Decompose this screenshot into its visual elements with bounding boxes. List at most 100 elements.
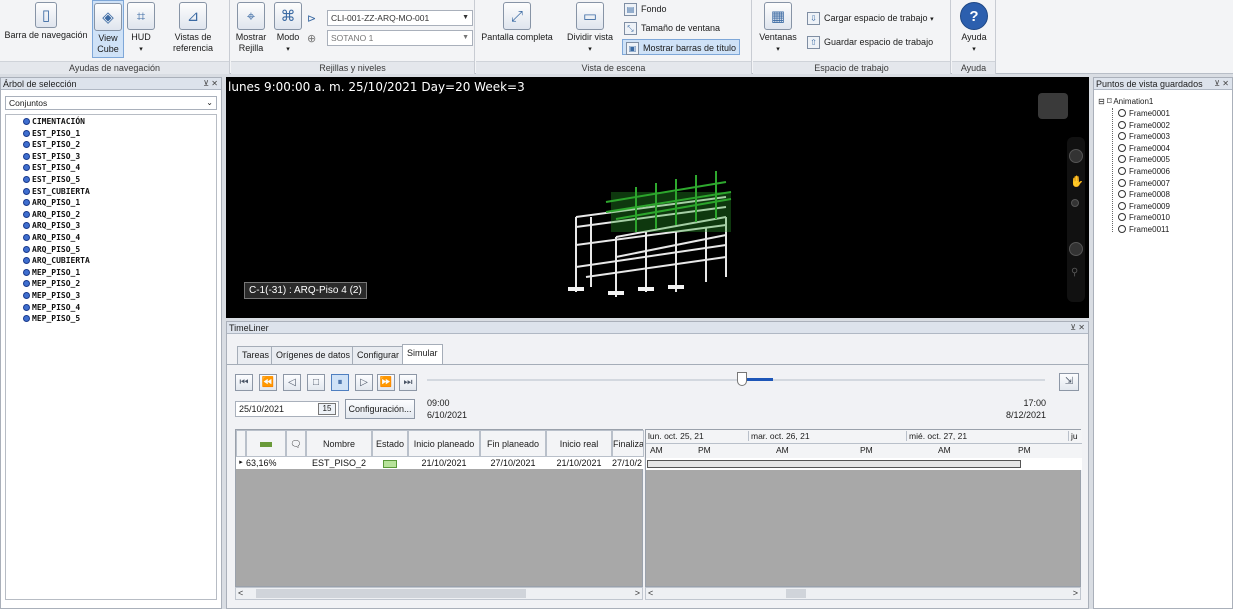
- configuration-button[interactable]: Configuración...: [345, 399, 415, 419]
- stop-button[interactable]: □: [307, 374, 325, 391]
- actual-start-column-header[interactable]: Inicio real: [546, 430, 612, 457]
- viewpoint-icon: [1118, 213, 1126, 222]
- panel-controls-icon[interactable]: ⊻ ✕: [1070, 322, 1085, 334]
- viewpoint-item[interactable]: Frame0004: [1118, 143, 1170, 154]
- selection-mode-select[interactable]: Conjuntos ⌄: [5, 96, 217, 110]
- gantt-scrollbar[interactable]: < >: [645, 587, 1081, 600]
- calendar-icon[interactable]: 15: [318, 403, 336, 415]
- viewpoint-item[interactable]: Frame0010: [1118, 212, 1170, 223]
- 3d-viewport[interactable]: lunes 9:00:00 a. m. 25/10/2021 Day=20 We…: [226, 77, 1089, 318]
- split-view-icon: ▭: [576, 2, 604, 30]
- viewpoint-item[interactable]: Frame0006: [1118, 166, 1170, 177]
- scroll-thumb[interactable]: [786, 589, 806, 598]
- play-reverse-button[interactable]: ◁: [283, 374, 301, 391]
- orbit-icon[interactable]: [1069, 242, 1083, 256]
- row-progress: 63,16%: [246, 458, 277, 468]
- scroll-thumb[interactable]: [256, 589, 526, 598]
- highlighted-floor: [611, 192, 731, 232]
- pause-button[interactable]: ⏸: [331, 374, 349, 391]
- scroll-left-icon[interactable]: <: [238, 588, 243, 599]
- step-back-button[interactable]: ⏪: [259, 374, 277, 391]
- building-model: [568, 171, 732, 297]
- task-grid-scrollbar[interactable]: < >: [235, 587, 643, 600]
- help-button[interactable]: ? Ayuda ▾: [956, 2, 992, 55]
- export-animation-button[interactable]: ⇲: [1059, 373, 1079, 391]
- timeline-overlay-text: lunes 9:00:00 a. m. 25/10/2021 Day=20 We…: [228, 80, 525, 94]
- viewpoint-label: Frame0011: [1129, 225, 1170, 234]
- title-bars-toggle[interactable]: ▣ Mostrar barras de título: [622, 39, 741, 56]
- selection-tree-panel: Árbol de selección ⊻ ✕ Conjuntos ⌄ CIMEN…: [0, 77, 222, 609]
- saved-viewpoints-header: Puntos de vista guardados ⊻ ✕: [1094, 78, 1232, 90]
- viewpoint-item[interactable]: Frame0003: [1118, 131, 1170, 142]
- help-group: ? Ayuda ▾ Ayuda: [952, 0, 996, 74]
- actual-end-column-header[interactable]: Finalizac: [612, 430, 644, 457]
- go-to-start-button[interactable]: ⏮: [235, 374, 253, 391]
- panel-controls-icon[interactable]: ⊻ ✕: [1214, 78, 1229, 90]
- simulation-slider-track[interactable]: [427, 372, 1045, 386]
- viewpoint-item[interactable]: Frame0007: [1118, 178, 1170, 189]
- planned-start-column-header[interactable]: Inicio planeado: [408, 430, 480, 457]
- gantt-task-bar[interactable]: [647, 460, 1021, 468]
- viewcube-icon[interactable]: [1038, 93, 1068, 119]
- load-workspace-button[interactable]: ⇩ Cargar espacio de trabajo ▾: [807, 10, 934, 26]
- windows-button[interactable]: ▦ Ventanas ▾: [757, 2, 799, 55]
- viewpoint-item[interactable]: Frame0001: [1118, 108, 1170, 119]
- status-column-header[interactable]: Estado: [372, 430, 408, 457]
- view-cube-button[interactable]: ◈ View Cube: [92, 0, 124, 58]
- saved-viewpoints-panel: Puntos de vista guardados ⊻ ✕ ⊟ ⌑ Animat…: [1093, 77, 1233, 609]
- window-size-button[interactable]: ⤡ Tamaño de ventana: [624, 20, 720, 36]
- walk-icon[interactable]: ⚲: [1071, 267, 1078, 278]
- tree-line: [1112, 108, 1113, 232]
- grid-level-select[interactable]: SOTANO 1 ▼: [327, 30, 473, 46]
- animation-node[interactable]: ⊟ ⌑ Animation1: [1098, 96, 1153, 107]
- hud-button[interactable]: ⌗ HUD ▾: [126, 2, 156, 55]
- grid-mode-button[interactable]: ⌘ Modo ▾: [273, 2, 303, 55]
- viewpoint-label: Frame0003: [1129, 132, 1170, 142]
- step-forward-button[interactable]: ⏩: [377, 374, 395, 391]
- grid-model-select[interactable]: CLI-001-ZZ-ARQ-MO-001 ▼: [327, 10, 473, 26]
- gantt-row[interactable]: [646, 458, 1082, 470]
- steering-wheel-icon[interactable]: [1069, 149, 1083, 163]
- fullscreen-button[interactable]: ⤢ Pantalla completa: [478, 2, 556, 43]
- viewpoint-item[interactable]: Frame0002: [1118, 120, 1170, 131]
- background-button[interactable]: ▤ Fondo: [624, 1, 667, 17]
- scroll-left-icon[interactable]: <: [648, 588, 653, 599]
- panel-controls-icon[interactable]: ⊻ ✕: [203, 78, 218, 90]
- name-column-header[interactable]: Nombre: [306, 430, 372, 457]
- progress-column-header[interactable]: [246, 430, 286, 457]
- planned-end-column-header[interactable]: Fin planeado: [480, 430, 546, 457]
- simulation-slider-thumb[interactable]: [737, 372, 748, 386]
- collapse-icon[interactable]: ⊟: [1098, 97, 1105, 106]
- go-to-end-button[interactable]: ⏭: [399, 374, 417, 391]
- comment-column-header[interactable]: 🗨: [286, 430, 306, 457]
- tab-tasks[interactable]: Tareas: [237, 346, 275, 364]
- viewpoint-item[interactable]: Frame0005: [1118, 154, 1170, 165]
- reference-views-button[interactable]: ⊿ Vistas de referencia: [160, 2, 226, 54]
- show-grid-button[interactable]: ⌖ Mostrar Rejilla: [233, 2, 269, 54]
- table-row[interactable]: ▸ 63,16% EST_PISO_2 21/10/2021 27/10/202…: [236, 457, 644, 469]
- viewpoint-item[interactable]: Frame0011: [1118, 224, 1169, 235]
- tab-data-sources[interactable]: Orígenes de datos: [271, 346, 356, 364]
- play-button[interactable]: ▷: [355, 374, 373, 391]
- start-date: 6/10/2021: [427, 410, 468, 420]
- nav-bar-button[interactable]: ▯ Barra de navegación: [2, 2, 90, 41]
- selection-list-frame: [5, 114, 217, 600]
- scene-view-group: ⤢ Pantalla completa ▭ Dividir vista ▾ ▤ Fo…: [476, 0, 752, 74]
- scroll-right-icon[interactable]: >: [1073, 588, 1078, 599]
- chevron-down-icon: ▼: [462, 34, 469, 41]
- level-icon: ⊕: [307, 33, 317, 45]
- tab-configure[interactable]: Configurar: [352, 346, 405, 364]
- tab-simulate[interactable]: Simular: [402, 344, 443, 364]
- zoom-icon[interactable]: [1071, 199, 1079, 207]
- current-date-field[interactable]: 25/10/2021 15: [235, 401, 339, 417]
- scroll-right-icon[interactable]: >: [635, 588, 640, 599]
- gantt-half: AM: [776, 445, 789, 455]
- viewpoint-item[interactable]: Frame0008: [1118, 189, 1170, 200]
- pan-icon[interactable]: ✋: [1070, 175, 1084, 188]
- selection-tree-header: Árbol de selección ⊻ ✕: [1, 78, 221, 90]
- windows-icon: ▦: [764, 2, 792, 30]
- split-view-button[interactable]: ▭ Dividir vista ▾: [562, 2, 618, 55]
- viewpoint-item[interactable]: Frame0009: [1118, 201, 1170, 212]
- row-selected-icon: ▸: [239, 459, 243, 466]
- save-workspace-button[interactable]: ⇧ Guardar espacio de trabajo: [807, 34, 933, 50]
